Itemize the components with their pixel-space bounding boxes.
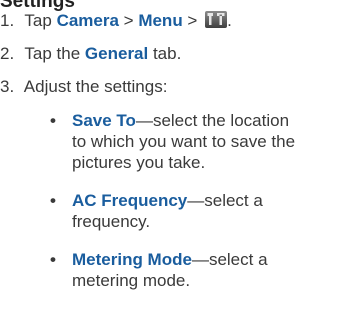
step-3: 3. Adjust the settings:: [0, 76, 167, 97]
bullet-dot: •: [50, 250, 56, 269]
step-end: .: [227, 11, 232, 30]
bullet-desc: frequency.: [72, 212, 151, 231]
menu-label: Menu: [138, 11, 183, 30]
bullet-text: Metering Mode—select a metering mode.: [72, 249, 330, 291]
step-text: Adjust the settings:: [23, 77, 168, 96]
step-number: 3.: [0, 77, 15, 96]
step-text: Tap: [24, 11, 57, 30]
step-number: 2.: [0, 44, 15, 63]
general-tab-label: General: [84, 44, 149, 63]
bullet-desc: pictures you take.: [72, 153, 206, 172]
bullet-desc: —select a: [187, 191, 263, 210]
step-text: tab.: [148, 44, 182, 63]
save-to-label: Save To: [72, 111, 136, 130]
ac-frequency-label: AC Frequency: [72, 191, 188, 210]
bullet-desc: —select the location: [135, 111, 290, 130]
separator: >: [182, 11, 203, 30]
step-2: 2. Tap the General tab.: [0, 43, 181, 64]
step-number: 1.: [0, 11, 15, 30]
bullet-desc: —select a: [191, 250, 268, 269]
camera-label: Camera: [56, 11, 119, 30]
step-1: 1. Tap Camera > Menu > .: [0, 10, 232, 31]
bullet-text: AC Frequency—select a frequency.: [72, 190, 330, 232]
metering-mode-label: Metering Mode: [72, 250, 192, 269]
separator: >: [118, 11, 139, 30]
bullet-dot: •: [50, 111, 56, 130]
tools-icon: [205, 11, 228, 28]
bullet-dot: •: [50, 191, 56, 210]
step-text: Tap the: [24, 44, 85, 63]
bullet-desc: to which you want to save the: [72, 132, 296, 151]
bullet-desc: metering mode.: [72, 271, 191, 290]
bullet-text: Save To—select the location to which you…: [72, 110, 330, 173]
